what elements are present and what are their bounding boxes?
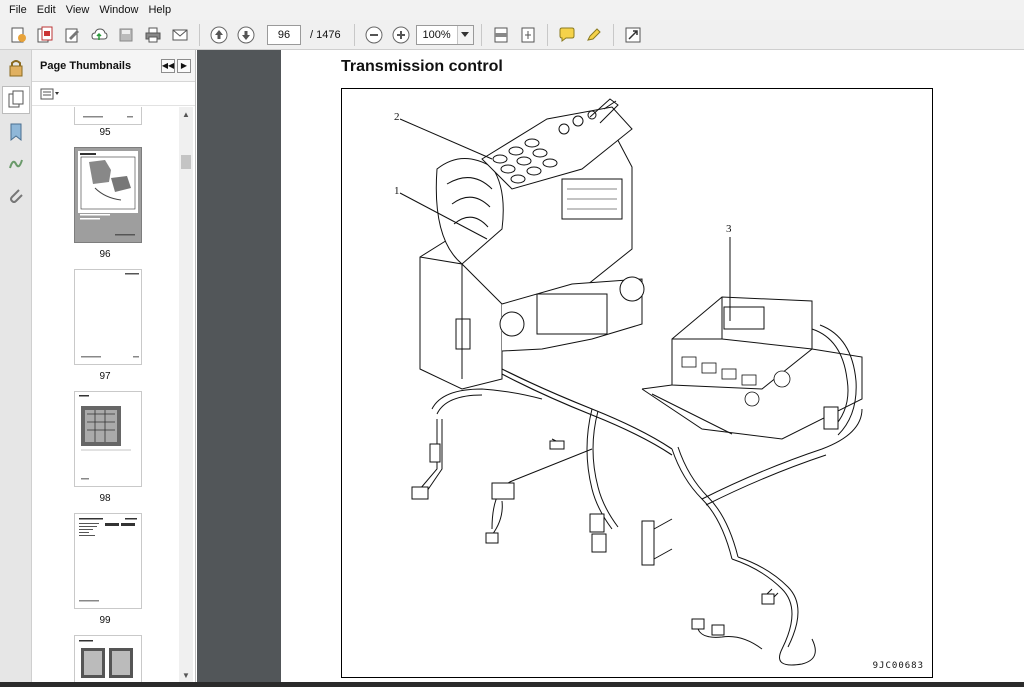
menu-help[interactable]: Help (143, 0, 176, 20)
email-icon[interactable] (168, 23, 192, 47)
pdf-page: Transmission control 2 1 3 9JC00683 (281, 50, 1024, 687)
page-thumbnail-selected[interactable] (74, 147, 142, 243)
bottom-edge (0, 682, 1024, 687)
toolbar: 96 / 1476 100% (0, 20, 1024, 50)
chevron-down-icon[interactable] (456, 25, 473, 44)
zoom-select[interactable]: 100% (415, 24, 474, 45)
page-thumbnails-icon[interactable] (2, 86, 30, 114)
attachment-icon[interactable] (2, 182, 30, 210)
menu-bar: File Edit View Window Help (0, 0, 1024, 20)
plus-circle-icon[interactable] (389, 23, 413, 47)
scroll-up-icon[interactable]: ▲ (179, 107, 193, 121)
thumbnail-label: 97 (99, 371, 111, 382)
fit-width-icon[interactable] (489, 23, 513, 47)
scroll-down-icon[interactable]: ▼ (179, 668, 193, 682)
highlight-icon[interactable] (582, 23, 606, 47)
figure-code: 9JC00683 (872, 661, 924, 671)
menu-view[interactable]: View (61, 0, 95, 20)
callout-label: 2 (394, 111, 400, 123)
bookmark-icon[interactable] (2, 118, 30, 146)
create-pdf-icon[interactable] (6, 23, 30, 47)
thumbnail-label: 98 (99, 493, 111, 504)
document-viewer[interactable]: Transmission control 2 1 3 9JC00683 (197, 50, 1024, 687)
page-total: / 1476 (310, 28, 341, 41)
edit-icon[interactable] (60, 23, 84, 47)
menu-file[interactable]: File (4, 0, 32, 20)
thumbnails-panel: Page Thumbnails ◀◀ ▶ 95 96 97 98 99 ▲ ▼ (32, 50, 196, 682)
page-thumbnail[interactable] (74, 391, 142, 487)
page-number-input[interactable]: 96 (267, 24, 301, 45)
transmission-control-diagram (399, 98, 863, 666)
expand-icon[interactable] (621, 23, 645, 47)
upload-cloud-icon[interactable] (87, 23, 111, 47)
comment-icon[interactable] (555, 23, 579, 47)
thumbnail-list: 95 96 97 98 99 (32, 107, 178, 682)
fit-page-icon[interactable] (516, 23, 540, 47)
toolbar-divider (480, 23, 482, 46)
arrow-up-icon[interactable] (207, 23, 231, 47)
page-thumbnail[interactable] (74, 269, 142, 365)
page-thumbnail[interactable] (74, 635, 142, 682)
page-thumbnail[interactable] (74, 107, 142, 125)
callout-label: 1 (394, 185, 400, 197)
navigation-pane-strip (0, 50, 32, 687)
save-icon[interactable] (114, 23, 138, 47)
zoom-value: 100% (422, 28, 451, 41)
thumbnail-scrollbar[interactable]: ▲ ▼ (179, 107, 193, 682)
panel-menu-button[interactable]: ▶ (177, 58, 191, 73)
print-icon[interactable] (141, 23, 165, 47)
thumbnail-label: 99 (99, 615, 111, 626)
thumbnail-label: 96 (99, 249, 111, 260)
thumbnail-label: 95 (99, 127, 111, 138)
options-menu-icon (40, 88, 59, 99)
scrollbar-thumb[interactable] (181, 155, 191, 169)
toolbar-divider (353, 23, 355, 46)
menu-edit[interactable]: Edit (32, 0, 61, 20)
figure-frame: 2 1 3 9JC00683 (341, 88, 933, 678)
toolbar-divider (612, 23, 614, 46)
page-thumbnail[interactable] (74, 513, 142, 609)
callout-label: 3 (726, 223, 732, 235)
toolbar-divider (546, 23, 548, 46)
lock-icon[interactable] (2, 54, 30, 82)
thumbnail-options-button[interactable] (32, 82, 195, 106)
collapse-panel-button[interactable]: ◀◀ (161, 58, 175, 73)
menu-window[interactable]: Window (94, 0, 143, 20)
toolbar-divider (199, 23, 200, 46)
page-title: Transmission control (341, 58, 503, 75)
combine-files-icon[interactable] (33, 23, 57, 47)
minus-circle-icon[interactable] (362, 23, 386, 47)
panel-title: Page Thumbnails (40, 59, 132, 72)
arrow-down-icon[interactable] (234, 23, 258, 47)
thumbnails-header: Page Thumbnails ◀◀ ▶ (32, 50, 195, 82)
signature-icon[interactable] (2, 150, 30, 178)
